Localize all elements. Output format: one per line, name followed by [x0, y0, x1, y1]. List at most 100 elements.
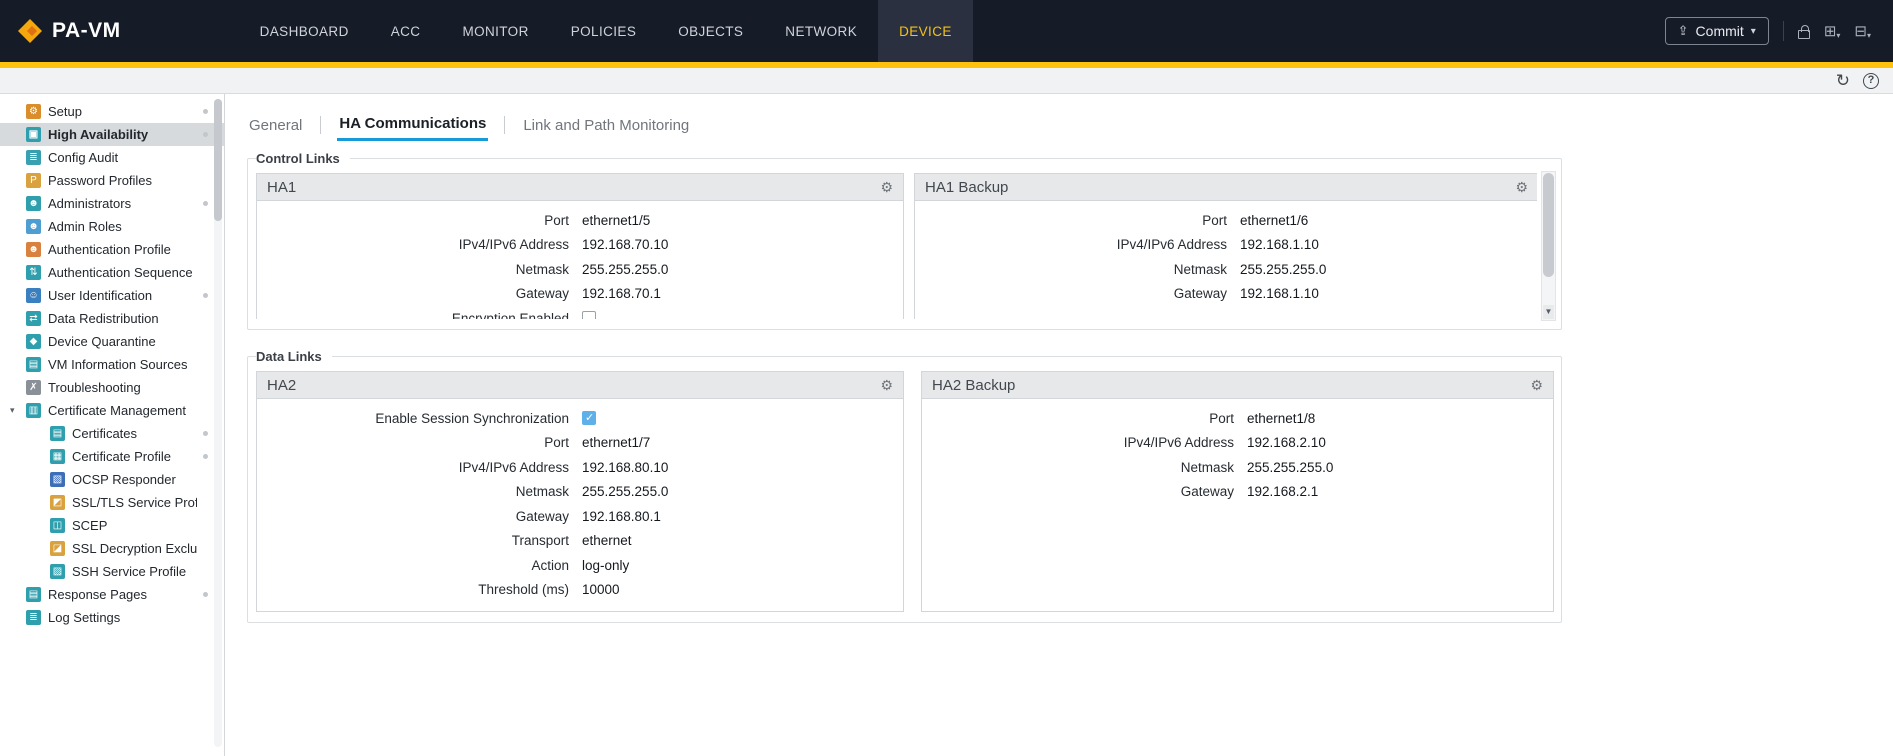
sidebar-item[interactable]: ▾ ▤ Certificates [0, 422, 224, 445]
field-checkbox[interactable] [582, 411, 596, 426]
gear-icon[interactable]: ⚙ [1530, 377, 1543, 394]
field-row: Gateway 192.168.2.1 [922, 480, 1553, 505]
sidebar: ▾ ⚙ Setup ▾ ▣ High Availability ▾ ≣ Conf… [0, 94, 225, 756]
nav-item[interactable]: NETWORK [764, 0, 878, 62]
export-config-icon[interactable]: ⊟▾ [1854, 22, 1871, 40]
sidebar-item[interactable]: ▾ ▤ VM Information Sources [0, 353, 224, 376]
nav-item[interactable]: DEVICE [878, 0, 973, 62]
status-dot [203, 201, 208, 206]
sidebar-item[interactable]: ▾ ⚙ Setup [0, 100, 224, 123]
content-area: ▾ ⚙ Setup ▾ ▣ High Availability ▾ ≣ Conf… [0, 94, 1893, 756]
sidebar-item[interactable]: ▾ P Password Profiles [0, 169, 224, 192]
sidebar-item-label: Certificate Management [48, 403, 187, 418]
sidebar-item-label: Certificate Profile [72, 449, 171, 464]
commit-button[interactable]: ⇪ Commit ▾ [1664, 17, 1769, 45]
field-label: Port [1209, 410, 1234, 426]
lock-icon[interactable] [1797, 24, 1810, 39]
field-label: Netmask [1173, 261, 1227, 277]
gear-icon[interactable]: ⚙ [1515, 179, 1528, 196]
field-row: Port ethernet1/6 [915, 208, 1537, 233]
data-links-group: Data Links HA2 ⚙ Enable Session Synchron… [247, 349, 1562, 623]
sidebar-item[interactable]: ▾ ▣ High Availability [0, 123, 224, 146]
response-pages-icon: ▤ [26, 587, 41, 602]
data-links-viewport: HA2 ⚙ Enable Session Synchronization ✓ P… [256, 371, 1554, 612]
sidebar-item[interactable]: ▾ ☻ Authentication Profile [0, 238, 224, 261]
sidebar-item-label: VM Information Sources [48, 357, 188, 372]
field-checkbox[interactable] [582, 311, 596, 319]
scep-icon: ◫ [50, 518, 65, 533]
brand-name: PA-VM [52, 19, 121, 42]
field-label: IPv4/IPv6 Address [458, 237, 569, 253]
sidebar-item[interactable]: ▾ ✗ Troubleshooting [0, 376, 224, 399]
sidebar-item[interactable]: ▾ ⇄ Data Redistribution [0, 307, 224, 330]
sidebar-item[interactable]: ▾ ≣ Log Settings [0, 606, 224, 629]
field-label: Encryption Enabled [451, 310, 569, 319]
status-dot [203, 431, 208, 436]
field-value: 255.255.255.0 [582, 484, 669, 500]
nav-item-label: NETWORK [785, 23, 858, 39]
group-scrollbar[interactable]: ▼ [1541, 171, 1556, 321]
status-dot [203, 592, 208, 597]
secondary-toolbar: ↻ ? [0, 68, 1893, 94]
field-row: Encryption Enabled [257, 306, 903, 319]
sidebar-scrollbar-thumb[interactable] [214, 99, 222, 221]
sidebar-item[interactable]: ▾ ▤ Response Pages [0, 583, 224, 606]
sidebar-item[interactable]: ▾ ▧ OCSP Responder [0, 468, 224, 491]
tab-link-path-monitoring[interactable]: Link and Path Monitoring [521, 111, 691, 140]
sidebar-item[interactable]: ▾ ▥ Certificate Management [0, 399, 224, 422]
field-value: 192.168.1.10 [1240, 286, 1319, 302]
sidebar-item[interactable]: ▾ ◆ Device Quarantine [0, 330, 224, 353]
field-value: 192.168.70.1 [582, 286, 661, 302]
sidebar-item[interactable]: ▾ ☺ User Identification [0, 284, 224, 307]
field-value: 192.168.1.10 [1240, 237, 1319, 253]
ocsp-responder-icon: ▧ [50, 472, 65, 487]
brand[interactable]: PA-VM [0, 0, 139, 62]
refresh-icon[interactable]: ↻ [1836, 72, 1850, 89]
control-links-viewport: HA1 ⚙ Port ethernet1/5 IPv4/IPv6 Address… [256, 173, 1537, 319]
field-label: Action [531, 557, 569, 573]
primary-nav: DASHBOARD ACC MONITOR POLICIES OBJECTS N… [239, 0, 973, 62]
tab-general[interactable]: General [247, 111, 304, 140]
save-config-icon[interactable]: ⊞▾ [1824, 22, 1841, 40]
chevron-down-icon[interactable]: ▾ [10, 405, 26, 416]
nav-item[interactable]: ACC [370, 0, 442, 62]
nav-item-label: DASHBOARD [259, 23, 349, 39]
field-row: Gateway 192.168.70.1 [257, 282, 903, 307]
sidebar-item[interactable]: ▾ ▨ SSH Service Profile [0, 560, 224, 583]
ha1-backup-panel: HA1 Backup ⚙ Port ethernet1/6 IPv4/IPv6 … [914, 173, 1537, 319]
field-value: 192.168.2.10 [1247, 435, 1326, 451]
sidebar-item[interactable]: ▾ ☻ Admin Roles [0, 215, 224, 238]
sidebar-scrollbar[interactable] [214, 99, 222, 747]
sidebar-item[interactable]: ▾ ▦ Certificate Profile [0, 445, 224, 468]
nav-item[interactable]: DASHBOARD [239, 0, 370, 62]
panel-title: HA1 Backup [925, 178, 1009, 196]
main-panel: General HA Communications Link and Path … [225, 94, 1893, 756]
sidebar-item[interactable]: ▾ ≣ Config Audit [0, 146, 224, 169]
field-row: Gateway 192.168.1.10 [915, 282, 1537, 307]
certificate-management-icon: ▥ [26, 403, 41, 418]
status-dot [203, 109, 208, 114]
status-dot [203, 293, 208, 298]
field-row: Transport ethernet [257, 529, 903, 554]
nav-item[interactable]: OBJECTS [657, 0, 764, 62]
gear-icon[interactable]: ⚙ [880, 377, 893, 394]
gear-icon[interactable]: ⚙ [880, 179, 893, 196]
scroll-down-button[interactable]: ▼ [1543, 305, 1554, 319]
sidebar-item[interactable]: ▾ ⇅ Authentication Sequence [0, 261, 224, 284]
group-scrollbar-thumb[interactable] [1543, 173, 1554, 277]
field-row: Port ethernet1/8 [922, 406, 1553, 431]
sidebar-item-label: Certificates [72, 426, 138, 441]
sidebar-item[interactable]: ▾ ◩ SSL/TLS Service Profile [0, 491, 224, 514]
sidebar-item[interactable]: ▾ ◪ SSL Decryption Exclusio [0, 537, 224, 560]
field-label: Transport [511, 533, 569, 549]
help-icon[interactable]: ? [1863, 72, 1879, 89]
sidebar-item[interactable]: ▾ ◫ SCEP [0, 514, 224, 537]
tab-ha-communications[interactable]: HA Communications [337, 109, 489, 141]
field-value: 192.168.80.1 [582, 508, 661, 524]
field-value: 192.168.80.10 [582, 459, 669, 475]
sidebar-item[interactable]: ▾ ☻ Administrators [0, 192, 224, 215]
nav-item[interactable]: POLICIES [550, 0, 657, 62]
field-row: Threshold (ms) 10000 [257, 578, 903, 603]
sidebar-item-label: Administrators [48, 196, 132, 211]
nav-item[interactable]: MONITOR [441, 0, 549, 62]
